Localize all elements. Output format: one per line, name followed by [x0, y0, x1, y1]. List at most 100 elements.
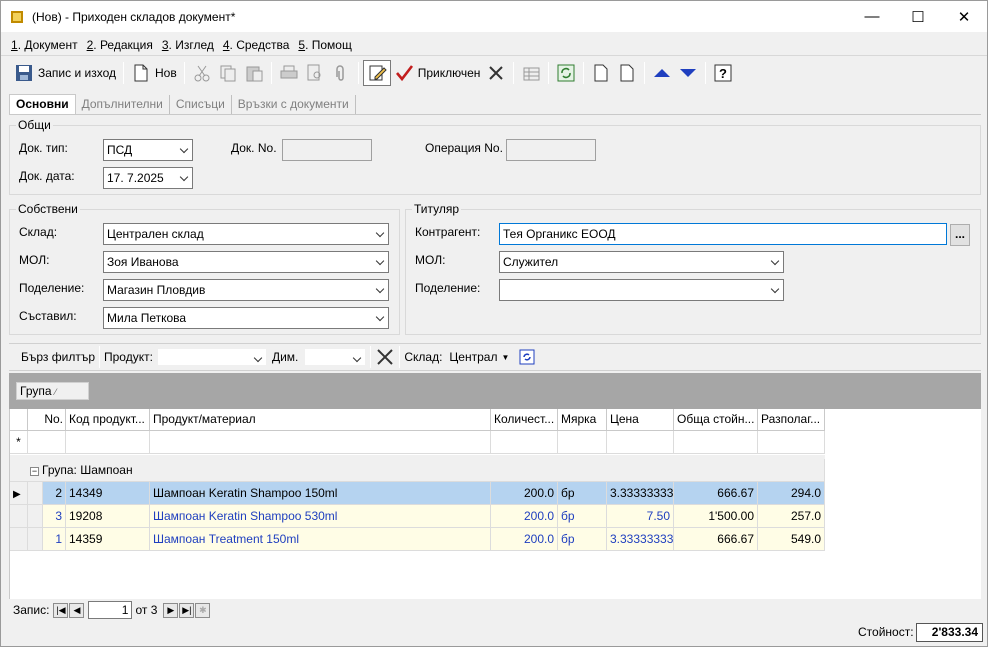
clear-filter-icon[interactable]: [375, 347, 395, 367]
edit-button[interactable]: [362, 60, 391, 86]
group-row[interactable]: − Група: Шампоан: [10, 459, 825, 482]
next-record-button[interactable]: ▶: [163, 602, 179, 618]
cut-button[interactable]: [189, 60, 215, 86]
row-selector[interactable]: [10, 505, 28, 528]
table-cell-product[interactable]: Шампоан Treatment 150ml: [150, 528, 491, 551]
menu-view[interactable]: 3. Изглед: [162, 38, 214, 52]
table-cell-code[interactable]: 19208: [66, 505, 150, 528]
col-header-unit[interactable]: Мярка: [558, 409, 607, 431]
table-cell-price[interactable]: 7.50: [607, 505, 674, 528]
menu-tools[interactable]: 4. Средства: [223, 38, 290, 52]
table-cell-code[interactable]: 14349: [66, 482, 150, 505]
new-row-cell[interactable]: [674, 431, 758, 454]
holder-mol-select[interactable]: Служител: [499, 251, 784, 273]
move-down-button[interactable]: [675, 60, 701, 86]
col-header-price[interactable]: Цена: [607, 409, 674, 431]
table-cell-price[interactable]: 3.33333333: [607, 528, 674, 551]
maximize-button[interactable]: ☐: [895, 1, 941, 32]
row-selector[interactable]: ▶: [10, 482, 28, 505]
col-header-code[interactable]: Код продукт...: [66, 409, 150, 431]
table-cell-no[interactable]: 2: [43, 482, 66, 505]
tab-lists[interactable]: Списъци: [170, 95, 232, 114]
doc-next-button[interactable]: [614, 60, 640, 86]
minimize-button[interactable]: —: [849, 1, 895, 32]
new-row-cell[interactable]: [150, 431, 491, 454]
table-cell-code[interactable]: 14359: [66, 528, 150, 551]
row-selector[interactable]: [10, 528, 28, 551]
close-button[interactable]: ✕: [941, 1, 987, 32]
table-cell-total[interactable]: 1'500.00: [674, 505, 758, 528]
col-header-available[interactable]: Разполаг...: [758, 409, 825, 431]
collapse-icon[interactable]: −: [30, 467, 39, 476]
new-row-cell[interactable]: [491, 431, 558, 454]
author-select[interactable]: Мила Петкова: [103, 307, 389, 329]
first-record-button[interactable]: |◀: [53, 602, 69, 618]
chevron-down-icon[interactable]: ▼: [501, 353, 509, 362]
table-cell-price[interactable]: 3.33333333: [607, 482, 674, 505]
doc-date-picker[interactable]: 17. 7.2025: [103, 167, 193, 189]
menu-edit[interactable]: 2. Редакция: [87, 38, 153, 52]
new-row-marker[interactable]: *: [10, 431, 28, 454]
menu-document[interactable]: 1. Документ: [11, 38, 78, 52]
finished-button[interactable]: Приключен: [391, 60, 484, 86]
preview-button[interactable]: [302, 60, 328, 86]
new-row-cell[interactable]: [607, 431, 674, 454]
doc-prev-button[interactable]: [588, 60, 614, 86]
refresh-icon[interactable]: [517, 347, 537, 367]
help-button[interactable]: ?: [710, 60, 736, 86]
partner-browse-button[interactable]: ...: [950, 224, 970, 246]
holder-division-select[interactable]: [499, 279, 784, 301]
table-cell-product[interactable]: Шампоан Keratin Shampoo 150ml: [150, 482, 491, 505]
new-row-cell[interactable]: [66, 431, 150, 454]
col-header-qty[interactable]: Количест...: [491, 409, 558, 431]
table-cell-product[interactable]: Шампоан Keratin Shampoo 530ml: [150, 505, 491, 528]
doc-type-select[interactable]: ПСД: [103, 139, 193, 161]
table-cell-total[interactable]: 666.67: [674, 528, 758, 551]
table-cell-available[interactable]: 294.0: [758, 482, 825, 505]
tab-additional[interactable]: Допълнителни: [76, 95, 170, 114]
tab-document-links[interactable]: Връзки с документи: [232, 95, 356, 114]
table-cell-unit[interactable]: бр: [558, 528, 607, 551]
dim-filter-select[interactable]: [304, 348, 367, 366]
table-cell-no[interactable]: 1: [43, 528, 66, 551]
operation-no-field[interactable]: [506, 139, 596, 161]
menu-help[interactable]: 5. Помощ: [298, 38, 351, 52]
record-number-input[interactable]: 1: [88, 601, 133, 619]
prev-record-button[interactable]: ◀: [69, 602, 85, 618]
table-cell-qty[interactable]: 200.0: [491, 528, 558, 551]
calculator-button[interactable]: [518, 60, 544, 86]
print-button[interactable]: [276, 60, 302, 86]
group-chip[interactable]: Група ⁄: [16, 382, 89, 400]
partner-input[interactable]: Тея Органикс ЕООД: [499, 223, 947, 245]
new-row-cell[interactable]: [758, 431, 825, 454]
table-cell-unit[interactable]: бр: [558, 482, 607, 505]
move-up-button[interactable]: [649, 60, 675, 86]
new-row-cell[interactable]: [28, 431, 66, 454]
own-division-select[interactable]: Магазин Пловдив: [103, 279, 389, 301]
copy-button[interactable]: [215, 60, 241, 86]
table-cell-available[interactable]: 257.0: [758, 505, 825, 528]
paste-button[interactable]: [241, 60, 267, 86]
col-header-product[interactable]: Продукт/материал: [150, 409, 491, 431]
table-cell-available[interactable]: 549.0: [758, 528, 825, 551]
new-record-button[interactable]: ✱: [195, 602, 211, 618]
attach-button[interactable]: [328, 60, 354, 86]
warehouse-filter-select[interactable]: Централ: [449, 350, 497, 364]
refresh-button[interactable]: [553, 60, 579, 86]
last-record-button[interactable]: ▶|: [179, 602, 195, 618]
own-mol-select[interactable]: Зоя Иванова: [103, 251, 389, 273]
new-row-cell[interactable]: [558, 431, 607, 454]
save-exit-button[interactable]: Запис и изход: [11, 60, 119, 86]
cancel-button[interactable]: [483, 60, 509, 86]
table-cell-qty[interactable]: 200.0: [491, 505, 558, 528]
new-button[interactable]: Нов: [128, 60, 180, 86]
tab-main[interactable]: Основни: [9, 94, 76, 114]
col-header-no[interactable]: No.: [28, 409, 66, 431]
col-header-total[interactable]: Обща стойн...: [674, 409, 758, 431]
table-cell-unit[interactable]: бр: [558, 505, 607, 528]
table-cell-total[interactable]: 666.67: [674, 482, 758, 505]
warehouse-select[interactable]: Централен склад: [103, 223, 389, 245]
doc-no-field[interactable]: [282, 139, 372, 161]
product-filter-select[interactable]: [156, 348, 267, 366]
table-cell-qty[interactable]: 200.0: [491, 482, 558, 505]
